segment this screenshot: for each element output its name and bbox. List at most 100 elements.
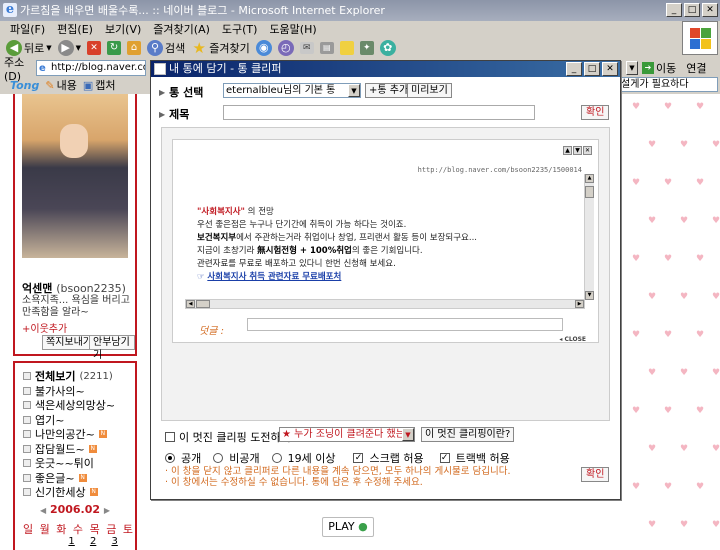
preview-button[interactable]: 미리보기 — [407, 83, 452, 98]
category-item[interactable]: 색은세상의망상~ — [23, 398, 135, 413]
confirm-button-bottom[interactable]: 확인 — [581, 467, 610, 482]
stop-button[interactable]: ✕ — [87, 39, 102, 57]
window-title: 가르침을 배우면 배울수록... :: 네이버 블로그 - Microsoft … — [20, 4, 385, 17]
discuss-button[interactable]: ✦ — [359, 39, 374, 57]
links-button[interactable]: 연결 — [686, 60, 706, 76]
board-select[interactable]: eternalbleu님의 기본 통 ▼ — [223, 83, 361, 98]
go-button[interactable]: ➔ 이동 — [642, 60, 676, 76]
comment-input[interactable] — [247, 318, 563, 331]
bullet-icon: ▶ — [159, 87, 166, 97]
guestbook-button[interactable]: 안부남기기 — [89, 335, 135, 361]
move-down-icon[interactable]: ▼ — [573, 146, 582, 155]
menu-edit[interactable]: 편집(E) — [57, 21, 93, 38]
forward-button[interactable]: ▶ ▼ — [57, 39, 81, 57]
menu-help[interactable]: 도움말(H) — [269, 21, 316, 38]
tong-scrap-button[interactable]: ▣ 캡처 — [83, 77, 116, 93]
play-button[interactable]: PLAY ● — [322, 517, 374, 537]
minimize-icon[interactable]: _ — [566, 62, 582, 76]
address-input[interactable]: e http://blog.naver.com/ — [36, 60, 146, 76]
heart-pattern: ♥ ♥ ♥ ♥ ♥ ♥ ♥ ♥ ♥ ♥ ♥ ♥ ♥ ♥ ♥ ♥ ♥ ♥ ♥ ♥ ♥ ♥ ♥ ♥ ♥ ♥ ♥ ♥ ♥ ♥ ♥ ♥ ♥ ♥ ♥ ♥ — [622, 94, 720, 550]
address-bar-right: ▼ ➔ 이동 연결 — [626, 59, 707, 77]
maximize-icon[interactable]: □ — [584, 62, 600, 76]
clip-link[interactable]: 사회복지사 취득 관련자료 무료배포처 — [207, 272, 341, 282]
send-message-button[interactable]: 쪽지보내기 — [42, 335, 96, 350]
what-clipping-button[interactable]: 이 멋진 클리핑이란? — [421, 427, 515, 442]
menu-file[interactable]: 파일(F) — [10, 21, 45, 38]
address-dropdown-arrow[interactable]: ▼ — [626, 61, 638, 75]
challenge-checkbox[interactable] — [165, 432, 175, 442]
history-button[interactable]: ◴ — [277, 39, 294, 57]
media-button[interactable]: ◉ — [255, 39, 272, 57]
calendar-day[interactable]: 3 — [111, 536, 117, 547]
folder-icon — [23, 415, 31, 424]
category-item[interactable]: 엽기~ — [23, 413, 135, 428]
menu-favorites[interactable]: 즐겨찾기(A) — [153, 21, 210, 38]
close-icon[interactable]: ✕ — [602, 62, 618, 76]
search-button[interactable]: ⚲ 검색 — [147, 39, 185, 57]
heart-icon: ♥ — [648, 216, 657, 226]
tong-mine-button[interactable]: ✎ 내용 — [45, 77, 76, 93]
who-select[interactable]: ★ 누가 조닝이 클려준다 했는가? ▼ — [279, 427, 415, 442]
category-item[interactable]: 나만의공간~ N — [23, 427, 135, 442]
public-radio[interactable] — [165, 453, 175, 463]
calendar-day[interactable]: 2 — [90, 536, 96, 547]
category-box: 전체보기 (2211) 불가사의~ 색은세상의망상~ 엽기~ 나만의공간~ N 잡담… — [13, 361, 137, 550]
scroll-left-icon[interactable]: ◀ — [186, 300, 195, 308]
private-radio[interactable] — [213, 453, 224, 463]
remove-clip-icon[interactable]: ✕ — [583, 146, 592, 155]
trackback-allow-checkbox[interactable]: ✓ — [439, 453, 450, 463]
category-item[interactable]: 불가사의~ — [23, 384, 135, 399]
scroll-up-icon[interactable]: ▲ — [585, 174, 594, 183]
new-badge-icon: N — [89, 488, 98, 497]
menu-view[interactable]: 보기(V) — [105, 21, 141, 38]
home-button[interactable]: ⌂ — [127, 39, 142, 57]
minimize-icon[interactable]: _ — [666, 3, 682, 17]
move-up-icon[interactable]: ▲ — [563, 146, 572, 155]
new-badge-icon: N — [98, 430, 107, 439]
close-icon[interactable]: ✕ — [702, 3, 718, 17]
print-icon: ▤ — [319, 42, 334, 54]
chevron-down-icon: ▼ — [348, 84, 360, 97]
note-icon — [339, 41, 354, 55]
page-icon: e — [39, 63, 46, 74]
category-item[interactable]: 좋은글~ N — [23, 471, 135, 486]
add-neighbor-link[interactable]: +이웃추가 — [22, 320, 67, 335]
heart-icon: ♥ — [696, 178, 705, 188]
category-item[interactable]: 웃긋~~튀이 — [23, 456, 135, 471]
prev-month-icon[interactable]: ◀ — [40, 506, 46, 515]
tong-right-select[interactable]: 설게가 필요하다 — [618, 77, 718, 92]
next-month-icon[interactable]: ▶ — [104, 506, 110, 515]
category-total[interactable]: 전체보기 (2211) — [23, 369, 135, 384]
clip-horizontal-scrollbar[interactable]: ◀ ▶ — [185, 299, 585, 309]
add-board-button[interactable]: +통 추가 — [365, 83, 413, 98]
category-item[interactable]: 잡담월드~ N — [23, 442, 135, 457]
scrap-allow-checkbox[interactable]: ✓ — [353, 453, 364, 463]
menu-tools[interactable]: 도구(T) — [222, 21, 258, 38]
popup-title: 내 통에 담기 - 통 클리퍼 — [169, 62, 282, 75]
profile-box: 억센맨 (bsoon2235) 소욕지족... 욕심을 버리고 만족함을 알라~… — [13, 94, 137, 361]
scroll-thumb[interactable] — [196, 300, 210, 308]
adult-radio[interactable] — [271, 453, 282, 463]
print-button[interactable]: ▤ — [319, 39, 334, 57]
heart-icon: ♥ — [664, 406, 673, 416]
scroll-right-icon[interactable]: ▶ — [575, 300, 584, 308]
link-arrow-icon: ☞ — [197, 272, 205, 282]
scroll-down-icon[interactable]: ▼ — [585, 291, 594, 300]
favorites-button[interactable]: ★ 즐겨찾기 — [191, 39, 250, 57]
mail-button[interactable]: ✉ — [299, 39, 314, 57]
title-input[interactable] — [223, 105, 535, 120]
edit-button[interactable] — [339, 39, 354, 57]
confirm-button-top[interactable]: 확인 — [581, 105, 610, 120]
clip-vertical-scrollbar[interactable]: ▲ ▼ — [584, 174, 594, 300]
privacy-row: 공개 비공개 19세 이상 ✓ 스크랩 허용 ✓ 트랙백 허용 — [165, 450, 510, 466]
messenger-button[interactable]: ✿ — [379, 39, 396, 57]
heart-icon: ♥ — [712, 520, 720, 530]
category-item[interactable]: 신기한세상 N — [23, 485, 135, 500]
refresh-button[interactable]: ↻ — [107, 39, 122, 57]
profile-desc: 소욕지족... 욕심을 버리고 만족함을 알라~ — [22, 295, 130, 318]
maximize-icon[interactable]: □ — [684, 3, 700, 17]
scroll-thumb[interactable] — [585, 186, 594, 198]
calendar-day[interactable]: 1 — [68, 536, 74, 547]
close-clip-link[interactable]: ◂ CLOSE — [559, 336, 586, 343]
heart-icon: ♥ — [696, 102, 705, 112]
